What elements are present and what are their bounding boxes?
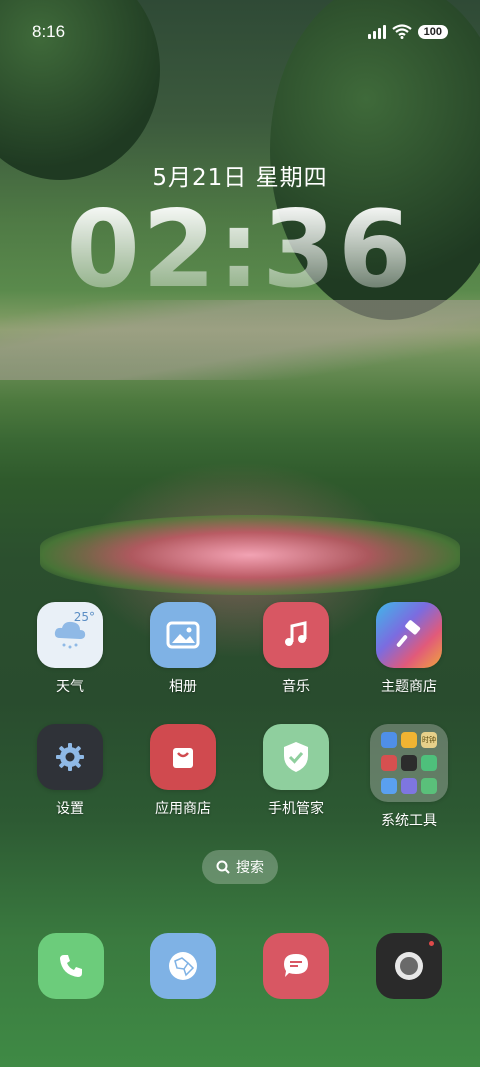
folder-system-tools[interactable]: 时钟 系统工具 xyxy=(354,724,464,830)
wifi-icon xyxy=(391,24,412,39)
shield-icon xyxy=(263,724,329,790)
dock-browser[interactable] xyxy=(150,933,216,999)
folder-app-icon xyxy=(421,754,437,771)
wallpaper-flowerbed xyxy=(40,515,460,595)
folder-clock-icon: 时钟 xyxy=(421,731,437,748)
folder-app-icon xyxy=(381,778,397,795)
status-bar: 8:16 100 xyxy=(32,22,448,46)
app-theme-store[interactable]: 主题商店 xyxy=(354,602,464,696)
app-weather[interactable]: 25° 天气 xyxy=(15,602,125,696)
battery-indicator: 100 xyxy=(417,24,448,39)
folder-app-icon xyxy=(401,731,417,748)
folder-app-icon xyxy=(381,731,397,748)
signal-icon xyxy=(367,24,386,39)
camera-icon xyxy=(395,952,423,980)
globe-icon xyxy=(169,952,197,980)
search-icon xyxy=(216,860,230,874)
folder-app-icon xyxy=(421,778,437,795)
gallery-icon xyxy=(150,602,216,668)
dock-phone[interactable] xyxy=(38,933,104,999)
lock-time[interactable]: 02:36 xyxy=(0,188,480,311)
search-label: 搜索 xyxy=(236,860,264,876)
dock-messages[interactable] xyxy=(263,933,329,999)
app-settings[interactable]: 设置 xyxy=(15,724,125,818)
app-phone-manager[interactable]: 手机管家 xyxy=(241,724,351,818)
search-button[interactable]: 搜索 xyxy=(202,850,278,884)
message-icon xyxy=(284,954,308,977)
app-label: 手机管家 xyxy=(268,801,324,817)
shopping-bag-icon xyxy=(150,724,216,790)
app-label: 相册 xyxy=(169,679,197,695)
app-app-store[interactable]: 应用商店 xyxy=(128,724,238,818)
weather-temp: 25° xyxy=(73,610,95,624)
app-label: 应用商店 xyxy=(155,801,211,817)
app-label: 音乐 xyxy=(282,679,310,695)
status-icons: 100 xyxy=(367,24,448,39)
folder-app-icon xyxy=(401,778,417,795)
status-time: 8:16 xyxy=(32,22,66,41)
theme-store-icon xyxy=(376,602,442,668)
folder-icon: 时钟 xyxy=(370,724,448,802)
dock-camera[interactable] xyxy=(376,933,442,999)
app-label: 主题商店 xyxy=(381,679,437,695)
app-music[interactable]: 音乐 xyxy=(241,602,351,696)
folder-app-icon xyxy=(381,754,397,771)
gear-icon xyxy=(37,724,103,790)
app-label: 天气 xyxy=(56,679,84,695)
folder-app-icon xyxy=(401,754,417,771)
app-gallery[interactable]: 相册 xyxy=(128,602,238,696)
wallpaper-path xyxy=(0,300,480,380)
weather-icon: 25° xyxy=(37,602,103,668)
home-screen: 8:16 100 5月21日 星期四 02:36 25° 天气 相册 音乐 主题… xyxy=(0,0,480,1067)
camera-dot-icon xyxy=(429,941,434,946)
phone-icon xyxy=(60,955,82,977)
lock-date: 5月21日 星期四 xyxy=(152,165,328,191)
app-label: 设置 xyxy=(56,801,84,817)
app-label: 系统工具 xyxy=(381,813,437,829)
music-icon xyxy=(263,602,329,668)
